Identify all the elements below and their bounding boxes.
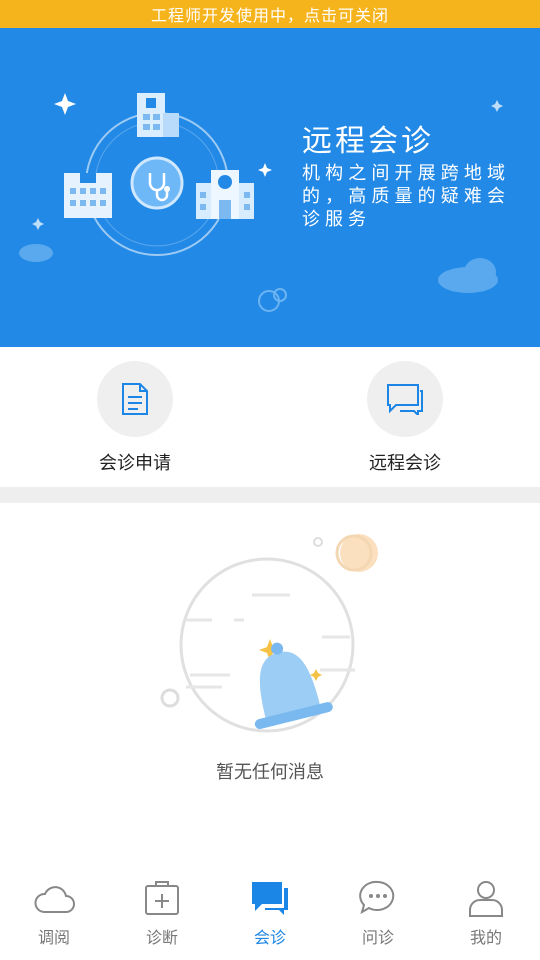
tab-consultation[interactable]: 会诊 [216,868,324,960]
section-divider [0,487,540,503]
action-icon-circle[interactable] [97,361,173,437]
action-icon-circle[interactable] [367,361,443,437]
empty-state: 暂无任何消息 [0,503,540,863]
banner-title: 远程会诊 [302,124,434,159]
quick-actions: 会诊申请 远程会诊 [0,347,540,487]
tab-review[interactable]: 调阅 [0,868,108,960]
action-label[interactable]: 会诊申请 [99,449,171,475]
tab-label[interactable]: 调阅 [38,924,70,948]
tab-mine[interactable]: 我的 [432,868,540,960]
chat-bubbles-icon [252,882,288,915]
cloud-icon [34,886,75,913]
tab-inquiry[interactable]: 问诊 [324,868,432,960]
chat-icon [387,384,423,415]
message-dots-icon [359,880,395,915]
consultation-request-button[interactable]: 会诊申请 [65,361,205,481]
bell-icon [160,534,378,733]
medical-kit-icon [145,881,179,915]
document-icon [122,383,148,415]
action-label[interactable]: 远程会诊 [369,449,441,475]
dev-mode-bar[interactable]: 工程师开发使用中，点击可关闭 [0,0,540,28]
user-icon [469,881,503,917]
remote-consultation-button[interactable]: 远程会诊 [335,361,475,481]
dev-mode-text[interactable]: 工程师开发使用中，点击可关闭 [151,2,389,26]
tab-label[interactable]: 问诊 [362,924,394,948]
empty-state-text: 暂无任何消息 [216,762,324,783]
tab-diagnosis[interactable]: 诊断 [108,868,216,960]
tab-label[interactable]: 我的 [470,924,502,948]
tab-label[interactable]: 诊断 [146,924,178,948]
tab-label[interactable]: 会诊 [254,924,286,948]
hero-banner: 远程会诊 机构之间开展跨地域的，高质量的疑难会诊服务 [0,28,540,347]
banner-description: 机构之间开展跨地域的，高质量的疑难会诊服务 [302,163,510,230]
bottom-tab-bar: 调阅 诊断 会诊 问诊 我的 [0,868,540,960]
